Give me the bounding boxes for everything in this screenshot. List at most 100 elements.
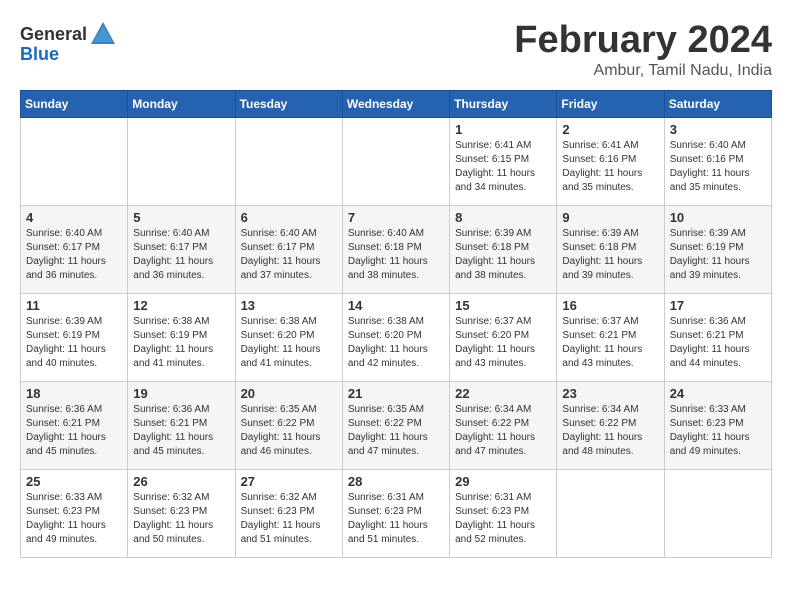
day-info: Sunrise: 6:36 AM Sunset: 6:21 PM Dayligh… — [26, 403, 122, 459]
day-info: Sunrise: 6:41 AM Sunset: 6:16 PM Dayligh… — [562, 139, 658, 195]
day-number: 2 — [562, 122, 658, 137]
day-info: Sunrise: 6:39 AM Sunset: 6:18 PM Dayligh… — [562, 227, 658, 283]
calendar-cell: 16Sunrise: 6:37 AM Sunset: 6:21 PM Dayli… — [557, 293, 664, 381]
day-info: Sunrise: 6:38 AM Sunset: 6:20 PM Dayligh… — [241, 315, 337, 371]
calendar-cell: 18 Sunrise: 6:36 AM Sunset: 6:21 PM Dayli… — [21, 381, 128, 469]
calendar-body: 1 Sunrise: 6:41 AM Sunset: 6:15 PM Daylig… — [21, 117, 772, 557]
day-number: 19 — [133, 386, 229, 401]
subtitle: Ambur, Tamil Nadu, India — [514, 62, 772, 80]
day-number: 10 — [670, 210, 766, 225]
calendar-header-monday: Monday — [128, 90, 235, 117]
calendar-cell: 25 Sunrise: 6:33 AM Sunset: 6:23 PM Dayli… — [21, 469, 128, 557]
day-info: Sunrise: 6:31 AM Sunset: 6:23 PM Dayligh… — [348, 491, 444, 547]
day-info: Sunrise: 6:37 AM Sunset: 6:20 PM Dayligh… — [455, 315, 551, 371]
calendar-cell: 26 Sunrise: 6:32 AM Sunset: 6:23 PM Dayli… — [128, 469, 235, 557]
day-info: Sunrise: 6:40 AM Sunset: 6:17 PM Dayligh… — [26, 227, 122, 283]
calendar-cell: 28 Sunrise: 6:31 AM Sunset: 6:23 PM Dayli… — [342, 469, 449, 557]
day-number: 29 — [455, 474, 551, 489]
day-info: Sunrise: 6:35 AM Sunset: 6:22 PM Dayligh… — [241, 403, 337, 459]
day-number: 28 — [348, 474, 444, 489]
calendar-cell: 24 Sunrise: 6:33 AM Sunset: 6:23 PM Dayli… — [664, 381, 771, 469]
calendar-header-thursday: Thursday — [450, 90, 557, 117]
day-info: Sunrise: 6:40 AM Sunset: 6:17 PM Dayligh… — [241, 227, 337, 283]
day-number: 6 — [241, 210, 337, 225]
calendar-cell: 4 Sunrise: 6:40 AM Sunset: 6:17 PM Daylig… — [21, 205, 128, 293]
calendar-cell: 7Sunrise: 6:40 AM Sunset: 6:18 PM Daylig… — [342, 205, 449, 293]
calendar-header-friday: Friday — [557, 90, 664, 117]
day-info: Sunrise: 6:39 AM Sunset: 6:19 PM Dayligh… — [670, 227, 766, 283]
calendar-cell: 9 Sunrise: 6:39 AM Sunset: 6:18 PM Daylig… — [557, 205, 664, 293]
calendar-cell: 19 Sunrise: 6:36 AM Sunset: 6:21 PM Dayli… — [128, 381, 235, 469]
day-info: Sunrise: 6:35 AM Sunset: 6:22 PM Dayligh… — [348, 403, 444, 459]
day-info: Sunrise: 6:39 AM Sunset: 6:18 PM Dayligh… — [455, 227, 551, 283]
calendar-table: SundayMondayTuesdayWednesdayThursdayFrid… — [20, 90, 772, 558]
day-info: Sunrise: 6:33 AM Sunset: 6:23 PM Dayligh… — [26, 491, 122, 547]
calendar-week-row: 25 Sunrise: 6:33 AM Sunset: 6:23 PM Dayli… — [21, 469, 772, 557]
day-number: 20 — [241, 386, 337, 401]
calendar-cell: 17 Sunrise: 6:36 AM Sunset: 6:21 PM Dayli… — [664, 293, 771, 381]
day-info: Sunrise: 6:32 AM Sunset: 6:23 PM Dayligh… — [133, 491, 229, 547]
calendar-cell — [342, 117, 449, 205]
logo: General Blue — [20, 20, 117, 65]
calendar-cell: 10 Sunrise: 6:39 AM Sunset: 6:19 PM Dayli… — [664, 205, 771, 293]
day-number: 17 — [670, 298, 766, 313]
calendar-header-wednesday: Wednesday — [342, 90, 449, 117]
day-info: Sunrise: 6:39 AM Sunset: 6:19 PM Dayligh… — [26, 315, 122, 371]
title-area: February 2024 Ambur, Tamil Nadu, India — [514, 20, 772, 80]
day-info: Sunrise: 6:32 AM Sunset: 6:23 PM Dayligh… — [241, 491, 337, 547]
calendar-cell — [664, 469, 771, 557]
calendar-cell: 2 Sunrise: 6:41 AM Sunset: 6:16 PM Daylig… — [557, 117, 664, 205]
calendar-cell: 22 Sunrise: 6:34 AM Sunset: 6:22 PM Dayli… — [450, 381, 557, 469]
calendar-header-sunday: Sunday — [21, 90, 128, 117]
day-number: 26 — [133, 474, 229, 489]
day-info: Sunrise: 6:36 AM Sunset: 6:21 PM Dayligh… — [670, 315, 766, 371]
day-info: Sunrise: 6:40 AM Sunset: 6:17 PM Dayligh… — [133, 227, 229, 283]
logo-icon — [89, 20, 117, 48]
day-number: 1 — [455, 122, 551, 137]
day-number: 3 — [670, 122, 766, 137]
calendar-cell: 3 Sunrise: 6:40 AM Sunset: 6:16 PM Daylig… — [664, 117, 771, 205]
day-number: 14 — [348, 298, 444, 313]
day-info: Sunrise: 6:37 AM Sunset: 6:21 PM Dayligh… — [562, 315, 658, 371]
day-info: Sunrise: 6:34 AM Sunset: 6:22 PM Dayligh… — [562, 403, 658, 459]
day-info: Sunrise: 6:33 AM Sunset: 6:23 PM Dayligh… — [670, 403, 766, 459]
calendar-cell: 8Sunrise: 6:39 AM Sunset: 6:18 PM Daylig… — [450, 205, 557, 293]
day-number: 25 — [26, 474, 122, 489]
day-info: Sunrise: 6:36 AM Sunset: 6:21 PM Dayligh… — [133, 403, 229, 459]
calendar-week-row: 1 Sunrise: 6:41 AM Sunset: 6:15 PM Daylig… — [21, 117, 772, 205]
calendar-cell: 20 Sunrise: 6:35 AM Sunset: 6:22 PM Dayli… — [235, 381, 342, 469]
calendar-cell — [128, 117, 235, 205]
day-number: 4 — [26, 210, 122, 225]
day-info: Sunrise: 6:34 AM Sunset: 6:22 PM Dayligh… — [455, 403, 551, 459]
day-number: 24 — [670, 386, 766, 401]
calendar-week-row: 11Sunrise: 6:39 AM Sunset: 6:19 PM Dayli… — [21, 293, 772, 381]
calendar-cell: 23 Sunrise: 6:34 AM Sunset: 6:22 PM Dayli… — [557, 381, 664, 469]
calendar-cell: 11Sunrise: 6:39 AM Sunset: 6:19 PM Dayli… — [21, 293, 128, 381]
logo-blue: Blue — [20, 44, 59, 65]
calendar-cell: 1 Sunrise: 6:41 AM Sunset: 6:15 PM Daylig… — [450, 117, 557, 205]
day-info: Sunrise: 6:38 AM Sunset: 6:20 PM Dayligh… — [348, 315, 444, 371]
calendar-cell: 15 Sunrise: 6:37 AM Sunset: 6:20 PM Dayli… — [450, 293, 557, 381]
calendar-header-saturday: Saturday — [664, 90, 771, 117]
calendar-cell — [21, 117, 128, 205]
day-number: 13 — [241, 298, 337, 313]
day-number: 22 — [455, 386, 551, 401]
day-number: 18 — [26, 386, 122, 401]
calendar-week-row: 4 Sunrise: 6:40 AM Sunset: 6:17 PM Daylig… — [21, 205, 772, 293]
day-number: 7 — [348, 210, 444, 225]
day-number: 15 — [455, 298, 551, 313]
day-number: 12 — [133, 298, 229, 313]
header: General Blue February 2024 Ambur, Tamil … — [20, 20, 772, 80]
day-number: 9 — [562, 210, 658, 225]
calendar-cell — [557, 469, 664, 557]
day-info: Sunrise: 6:40 AM Sunset: 6:16 PM Dayligh… — [670, 139, 766, 195]
calendar-week-row: 18 Sunrise: 6:36 AM Sunset: 6:21 PM Dayli… — [21, 381, 772, 469]
day-number: 5 — [133, 210, 229, 225]
calendar-cell: 13 Sunrise: 6:38 AM Sunset: 6:20 PM Dayli… — [235, 293, 342, 381]
logo-general: General — [20, 24, 87, 45]
day-info: Sunrise: 6:41 AM Sunset: 6:15 PM Dayligh… — [455, 139, 551, 195]
day-number: 23 — [562, 386, 658, 401]
calendar-cell: 27Sunrise: 6:32 AM Sunset: 6:23 PM Dayli… — [235, 469, 342, 557]
calendar-cell: 29Sunrise: 6:31 AM Sunset: 6:23 PM Dayli… — [450, 469, 557, 557]
calendar-cell: 12Sunrise: 6:38 AM Sunset: 6:19 PM Dayli… — [128, 293, 235, 381]
